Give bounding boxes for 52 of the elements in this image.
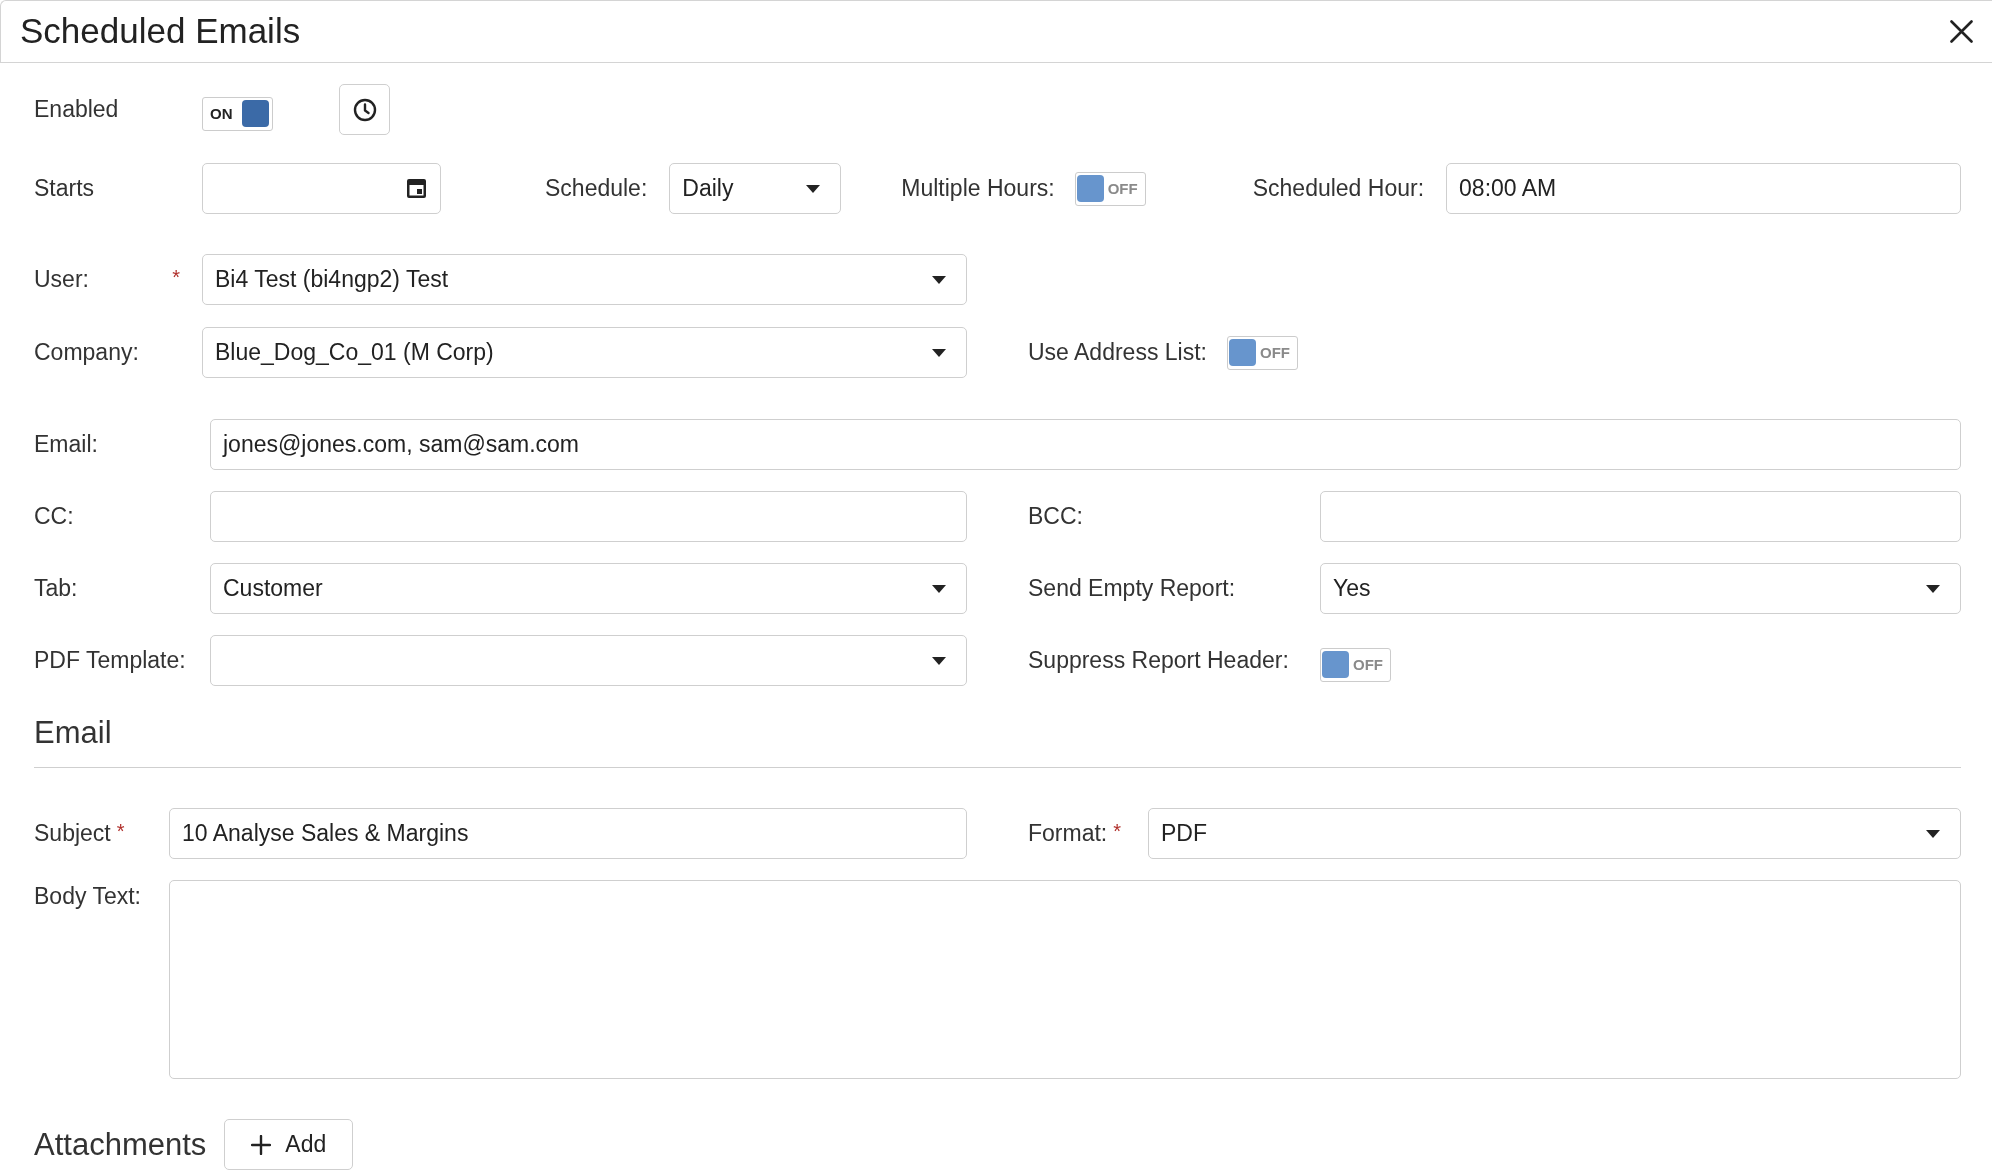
caret-icon: [932, 348, 946, 357]
pdf-template-dropdown[interactable]: [210, 635, 967, 686]
caret-icon: [1926, 584, 1940, 593]
field-label: Company:: [34, 338, 139, 367]
required-mark: *: [116, 820, 125, 841]
email-field[interactable]: jones@jones.com, sam@sam.com: [210, 419, 1961, 470]
field-label: Subject: [34, 819, 111, 848]
field-label: CC:: [34, 502, 74, 531]
field-label: Starts: [34, 174, 95, 203]
toggle-switch[interactable]: ON: [202, 96, 273, 131]
subject-field[interactable]: 10 Analyse Sales & Margins: [169, 808, 967, 859]
calendar-icon: [406, 178, 427, 199]
field-label: User:: [34, 265, 89, 294]
add-button[interactable]: Add: [224, 1119, 354, 1170]
field-label: Email:: [34, 430, 98, 459]
format-dropdown[interactable]: PDF: [1148, 808, 1961, 859]
clock-button[interactable]: [339, 84, 390, 135]
section-heading: Attachments: [34, 1125, 207, 1164]
tab-dropdown[interactable]: Customer: [210, 563, 967, 614]
field-label: PDF Template:: [34, 646, 186, 675]
field-label: Enabled: [34, 95, 119, 124]
caret-icon: [932, 656, 946, 665]
cc-field[interactable]: [210, 491, 967, 542]
field-label: Send Empty Report:: [1028, 574, 1236, 603]
close-icon[interactable]: [1950, 20, 1973, 43]
field-label: Suppress Report Header:: [1028, 646, 1289, 675]
caret-icon: [806, 184, 821, 193]
scheduled-hour-field[interactable]: 08:00 AM: [1446, 163, 1961, 214]
field-label: Tab:: [34, 574, 78, 603]
field-label: Multiple Hours:: [901, 174, 1055, 203]
schedule-dropdown[interactable]: Daily: [669, 163, 842, 214]
body-text-field[interactable]: [169, 880, 1961, 1079]
field-label: Format:: [1028, 819, 1108, 848]
user-dropdown[interactable]: Bi4 Test (bi4ngp2) Test: [202, 254, 967, 305]
caret-icon: [932, 584, 946, 593]
required-mark: *: [172, 266, 180, 287]
window-title: Scheduled Emails: [20, 11, 301, 52]
field-label: Scheduled Hour:: [1252, 174, 1425, 203]
caret-icon: [1926, 829, 1940, 838]
field-label: Use Address List:: [1028, 338, 1207, 367]
company-dropdown[interactable]: Blue_Dog_Co_01 (M Corp): [202, 327, 967, 378]
field-label: Schedule:: [545, 174, 648, 203]
caret-icon: [932, 275, 946, 284]
required-mark: *: [1113, 820, 1122, 841]
send-empty-report-dropdown[interactable]: Yes: [1320, 563, 1961, 614]
field-label: BCC:: [1028, 502, 1083, 531]
plus-icon: [251, 1134, 272, 1155]
date-field[interactable]: [202, 163, 441, 214]
field-label: Body Text:: [34, 883, 141, 911]
clock-icon: [352, 97, 377, 122]
bcc-field[interactable]: [1320, 491, 1961, 542]
section-heading: Email: [34, 714, 112, 752]
